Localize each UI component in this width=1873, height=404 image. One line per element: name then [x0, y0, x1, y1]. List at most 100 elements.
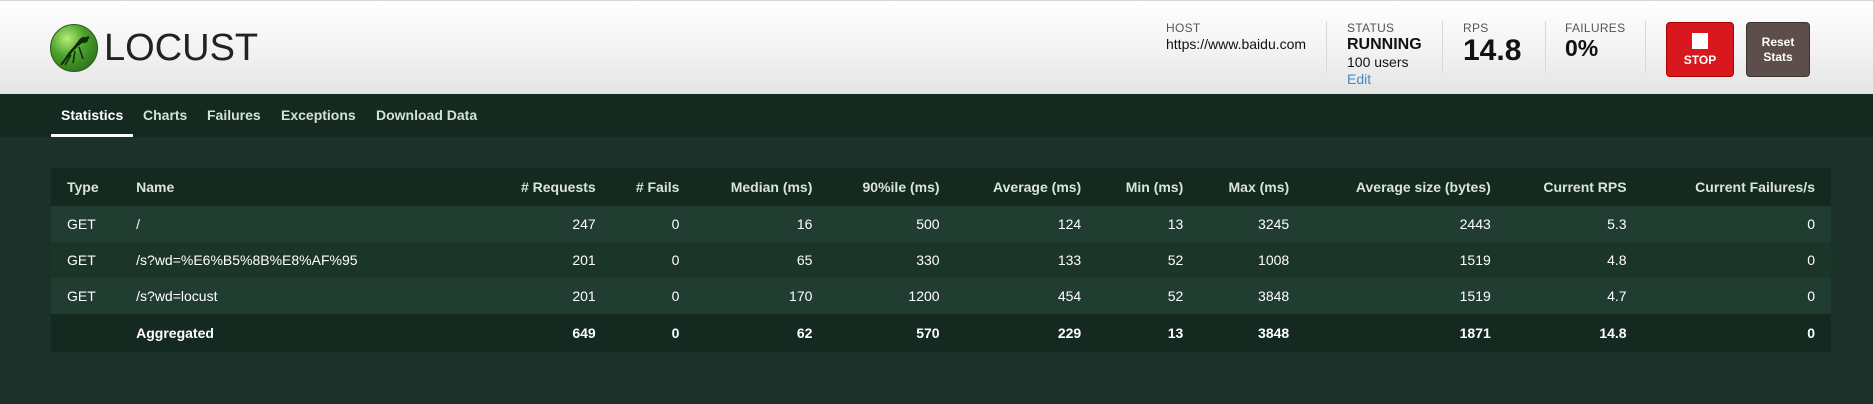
table-cell: 4.8 — [1607, 252, 1627, 268]
table-cell: 500 — [916, 216, 940, 232]
table-row: GET / 247 0 16 500 124 13 3245 2443 5.3 … — [51, 206, 1831, 242]
table-cell: 0 — [1807, 288, 1815, 304]
table-cell: Aggregated — [136, 325, 214, 341]
table-cell: 649 — [572, 325, 596, 341]
edit-link[interactable]: Edit — [1347, 71, 1422, 88]
table-cell: 247 — [572, 216, 596, 232]
table-cell: 454 — [1057, 288, 1082, 304]
table-cell: 4.7 — [1607, 288, 1627, 304]
table-cell: 229 — [1057, 325, 1082, 341]
aggregated-row: Aggregated 649 0 62 570 229 13 3848 1871… — [51, 314, 1831, 352]
table-cell: 62 — [796, 325, 813, 341]
table-cell: 14.8 — [1599, 325, 1627, 341]
table-cell: 0 — [671, 252, 680, 268]
column-header[interactable]: Type — [51, 168, 120, 206]
host-value: https://www.baidu.com — [1166, 36, 1307, 52]
divider — [1545, 21, 1546, 73]
table-row: GET /s?wd=locust 201 0 170 1200 454 52 3… — [51, 278, 1831, 314]
status-value: RUNNING — [1347, 36, 1422, 53]
table-cell: 16 — [796, 216, 813, 232]
table-cell: 0 — [1807, 216, 1815, 232]
locust-logo[interactable]: LOCUST — [50, 23, 258, 73]
status-box: STATUS RUNNING 100 users Edit — [1347, 21, 1422, 88]
table-cell: /s?wd=%E6%B5%8B%E8%AF%95 — [136, 252, 358, 268]
column-header[interactable]: Average size (bytes) — [1305, 168, 1507, 206]
table-header-row: Type Name # Requests # Fails Median (ms)… — [51, 168, 1831, 206]
table-cell: 3848 — [1258, 325, 1290, 341]
stop-button[interactable]: STOP — [1666, 22, 1734, 77]
table-cell: 0 — [671, 288, 680, 304]
locust-logo-icon — [50, 24, 98, 72]
rps-value: 14.8 — [1463, 34, 1522, 67]
failures-box: FAILURES 0% — [1565, 21, 1625, 61]
table-cell: 0 — [1807, 325, 1815, 341]
column-header[interactable]: Median (ms) — [695, 168, 828, 206]
divider — [1645, 21, 1646, 73]
table-cell: 13 — [1167, 325, 1184, 341]
table-cell: 201 — [572, 288, 596, 304]
column-header[interactable]: 90%ile (ms) — [828, 168, 955, 206]
tab-charts[interactable]: Charts — [143, 94, 187, 137]
table-cell: 0 — [671, 325, 680, 341]
rps-label: RPS — [1463, 21, 1489, 35]
table-cell: GET — [67, 288, 96, 304]
failures-label: FAILURES — [1565, 21, 1626, 35]
reset-stats-button[interactable]: Reset Stats — [1746, 22, 1810, 77]
host-label: HOST — [1166, 21, 1201, 35]
table-cell: GET — [67, 252, 96, 268]
nav-bar: Statistics Charts Failures Exceptions Do… — [0, 94, 1873, 137]
table-cell: /s?wd=locust — [136, 288, 218, 304]
column-header[interactable]: # Fails — [612, 168, 696, 206]
table-cell: 3245 — [1258, 216, 1290, 232]
rps-box: RPS 14.8 — [1463, 21, 1521, 67]
stop-label: STOP — [1683, 53, 1717, 67]
table-cell: 1008 — [1258, 252, 1290, 268]
column-header[interactable]: Name — [120, 168, 474, 206]
tab-exceptions[interactable]: Exceptions — [281, 94, 356, 137]
table-cell: GET — [67, 216, 96, 232]
table-cell: 5.3 — [1607, 216, 1627, 232]
reset-label-line1: Reset — [1761, 34, 1795, 49]
stop-icon — [1692, 33, 1708, 49]
table-cell: 124 — [1057, 216, 1082, 232]
stats-table-container: Type Name # Requests # Fails Median (ms)… — [51, 168, 1831, 352]
table-cell: 0 — [1807, 252, 1815, 268]
header-bar: LOCUST HOST https://www.baidu.com STATUS… — [0, 0, 1873, 94]
table-cell — [51, 314, 120, 352]
table-cell: 52 — [1167, 252, 1184, 268]
host-box: HOST https://www.baidu.com — [1166, 21, 1306, 52]
table-cell: 2443 — [1459, 216, 1491, 232]
tab-statistics[interactable]: Statistics — [51, 94, 134, 137]
column-header[interactable]: # Requests — [474, 168, 611, 206]
status-label: STATUS — [1347, 21, 1395, 35]
logo-text: LOCUST — [104, 27, 259, 69]
table-cell: 170 — [789, 288, 813, 304]
table-cell: 330 — [916, 252, 940, 268]
tab-failures[interactable]: Failures — [207, 94, 261, 137]
table-cell: 13 — [1167, 216, 1184, 232]
table-cell: / — [136, 216, 141, 232]
column-header[interactable]: Min (ms) — [1097, 168, 1199, 206]
failures-value: 0% — [1565, 35, 1599, 61]
divider — [1442, 21, 1443, 73]
reset-label-line2: Stats — [1763, 49, 1793, 64]
table-cell: 201 — [572, 252, 596, 268]
table-cell: 1519 — [1459, 288, 1491, 304]
column-header[interactable]: Current RPS — [1507, 168, 1643, 206]
table-cell: 1200 — [908, 288, 940, 304]
table-cell: 3848 — [1258, 288, 1290, 304]
user-count: 100 users — [1347, 54, 1409, 70]
table-row: GET /s?wd=%E6%B5%8B%E8%AF%95 201 0 65 33… — [51, 242, 1831, 278]
divider — [1326, 21, 1327, 73]
stats-table: Type Name # Requests # Fails Median (ms)… — [51, 168, 1831, 352]
table-cell: 52 — [1167, 288, 1184, 304]
column-header[interactable]: Current Failures/s — [1643, 168, 1831, 206]
table-cell: 133 — [1057, 252, 1082, 268]
column-header[interactable]: Max (ms) — [1199, 168, 1305, 206]
table-cell: 1871 — [1459, 325, 1491, 341]
table-cell: 570 — [916, 325, 940, 341]
column-header[interactable]: Average (ms) — [956, 168, 1098, 206]
table-cell: 0 — [671, 216, 680, 232]
table-cell: 1519 — [1459, 252, 1491, 268]
tab-download-data[interactable]: Download Data — [376, 94, 477, 137]
